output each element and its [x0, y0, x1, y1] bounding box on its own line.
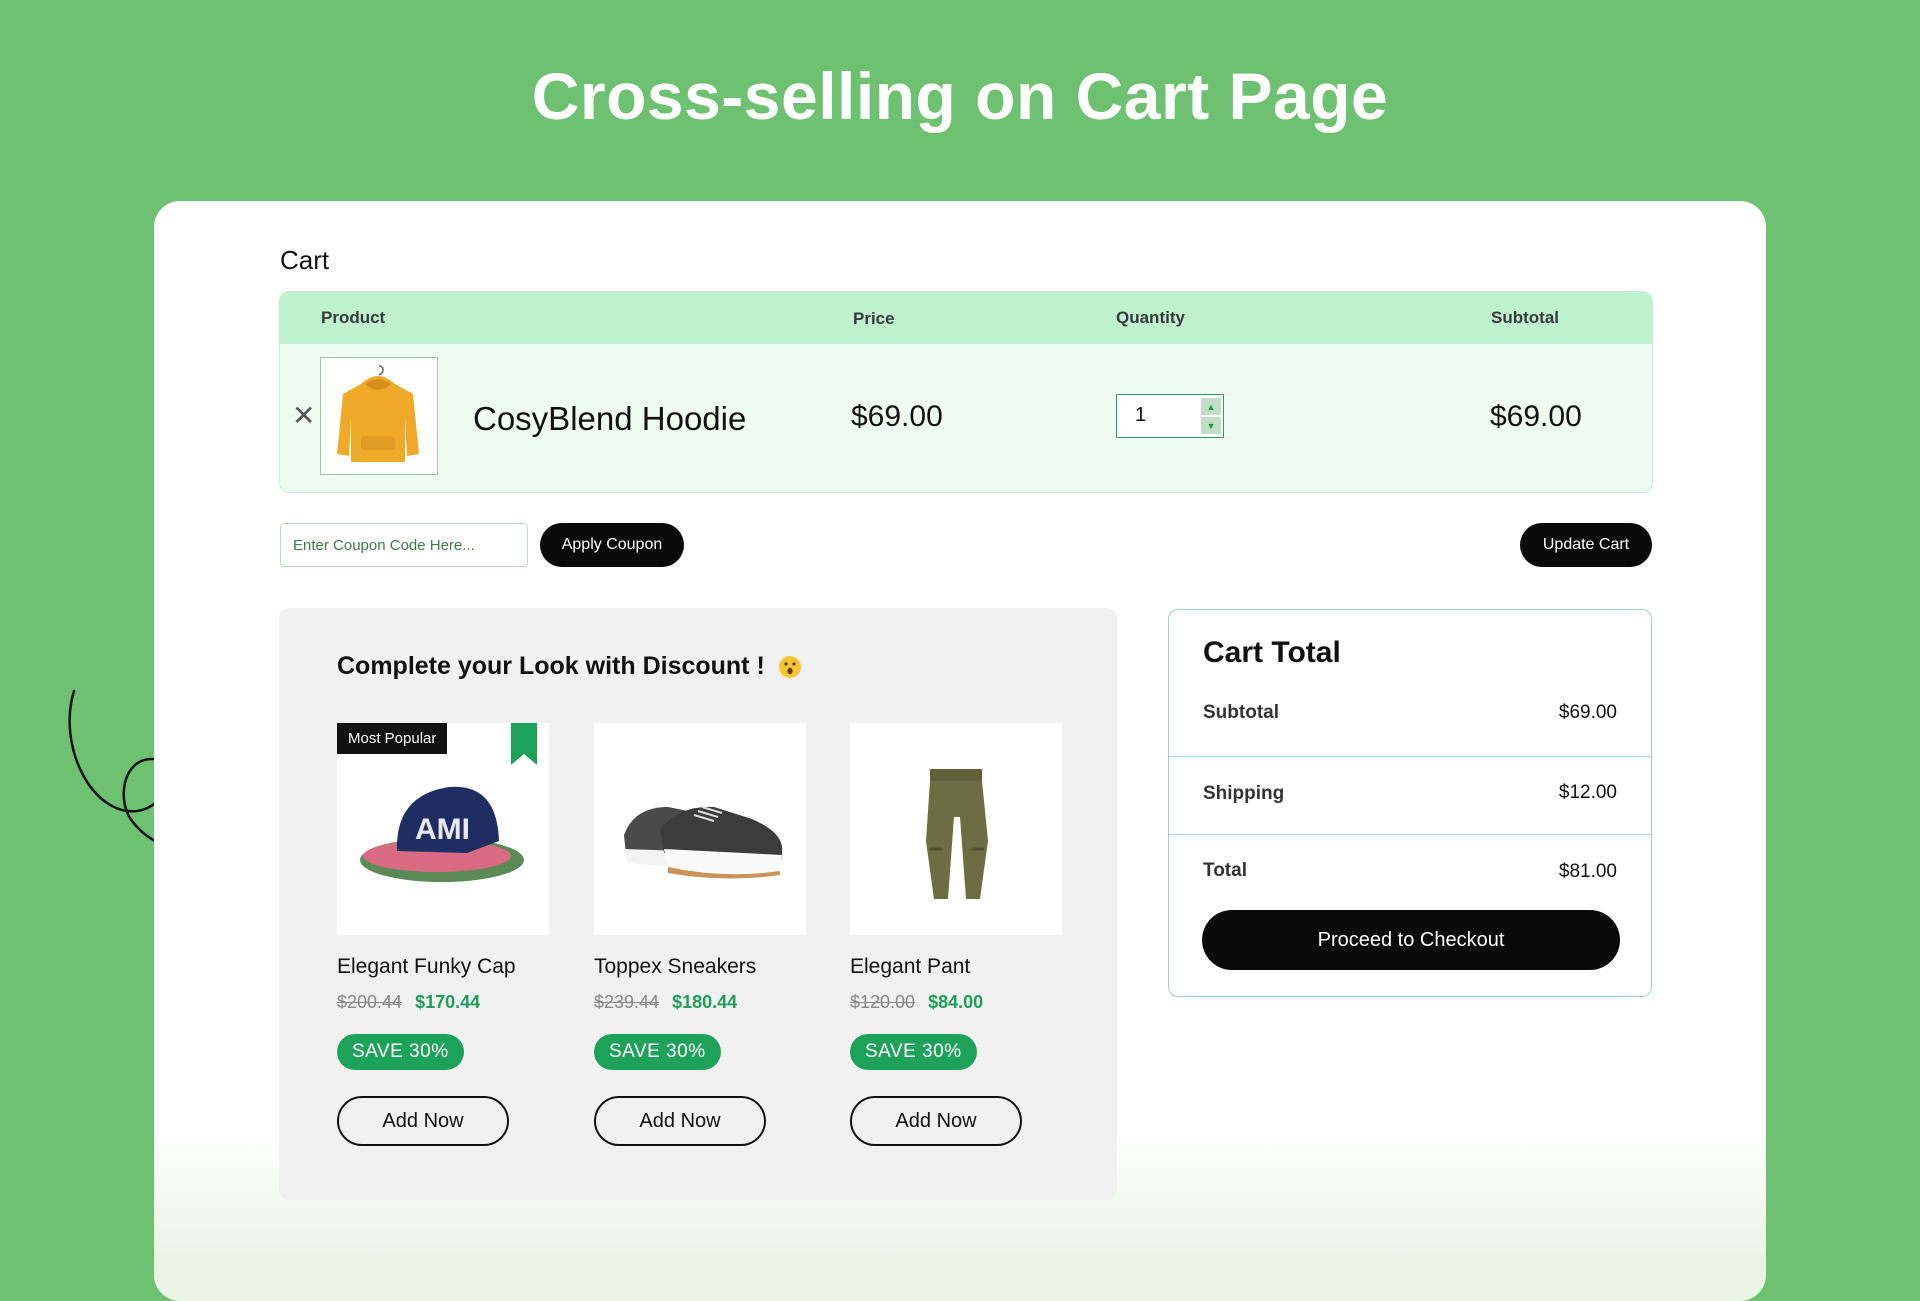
cart-item-name: CosyBlend Hoodie [473, 400, 747, 437]
svg-text:AMI: AMI [415, 813, 470, 846]
coupon-input[interactable] [280, 523, 528, 567]
surprised-face-icon [778, 656, 801, 679]
hoodie-icon [337, 365, 419, 462]
decrement-icon[interactable]: ▼ [1201, 417, 1221, 434]
save-badge: SAVE 30% [594, 1034, 721, 1070]
old-price: $200.44 [337, 992, 403, 1012]
page-title: Cross-selling on Cart Page [531, 59, 1389, 133]
increment-icon[interactable]: ▲ [1201, 398, 1221, 415]
total-value: $81.00 [1558, 861, 1617, 882]
cart-title: Cart [280, 245, 330, 275]
save-badge: SAVE 30% [337, 1034, 464, 1070]
cart-table-header: Product Price Quantity Subtotal [280, 292, 1652, 344]
column-quantity: Quantity [1116, 308, 1185, 327]
product-prices: $239.44 $180.44 [594, 992, 806, 1013]
product-card-cap: AMI Most Popular Elegant Funky Cap $200.… [337, 723, 549, 1146]
total-row: Total $81.00 [1169, 834, 1651, 909]
column-subtotal: Subtotal [1491, 308, 1559, 327]
cart-table: Product Price Quantity Subtotal ✕ CosyBl… [279, 291, 1653, 493]
old-price: $120.00 [850, 992, 916, 1012]
product-card-pant: Elegant Pant $120.00 $84.00 SAVE 30% Add… [850, 723, 1062, 1146]
shipping-value: $12.00 [1558, 782, 1617, 803]
cart-total-title: Cart Total [1203, 636, 1341, 669]
product-card-sneakers: Toppex Sneakers $239.44 $180.44 SAVE 30%… [594, 723, 806, 1146]
product-image[interactable]: AMI Most Popular [337, 723, 549, 935]
most-popular-badge: Most Popular [337, 723, 448, 754]
hoodie-thumbnail [320, 357, 438, 475]
add-now-button[interactable]: Add Now [850, 1096, 1022, 1146]
product-prices: $200.44 $170.44 [337, 992, 549, 1013]
remove-item-icon[interactable]: ✕ [292, 402, 315, 430]
bookmark-icon[interactable] [511, 723, 537, 765]
quantity-value[interactable]: 1 [1135, 404, 1146, 427]
cart-item-subtotal: $69.00 [1490, 400, 1582, 433]
proceed-to-checkout-button[interactable]: Proceed to Checkout [1202, 910, 1620, 970]
column-product: Product [321, 308, 386, 327]
new-price: $84.00 [928, 992, 984, 1012]
column-price: Price [853, 309, 895, 328]
cross-sell-title: Complete your Look with Discount ! [337, 652, 802, 681]
product-prices: $120.00 $84.00 [850, 992, 1062, 1013]
subtotal-value: $69.00 [1558, 702, 1617, 723]
add-now-button[interactable]: Add Now [594, 1096, 766, 1146]
cross-sell-panel: Complete your Look with Discount ! AMI M… [279, 608, 1117, 1200]
subtotal-label: Subtotal [1203, 702, 1279, 723]
update-cart-button[interactable]: Update Cart [1520, 523, 1652, 567]
save-badge: SAVE 30% [850, 1034, 977, 1070]
shipping-label: Shipping [1203, 783, 1285, 804]
product-name[interactable]: Elegant Funky Cap [337, 955, 549, 979]
sneakers-icon [624, 806, 783, 879]
apply-coupon-button[interactable]: Apply Coupon [540, 523, 684, 567]
shipping-row: Shipping $12.00 [1169, 756, 1651, 831]
product-name[interactable]: Toppex Sneakers [594, 955, 806, 979]
product-image[interactable] [850, 723, 1062, 935]
cross-sell-title-text: Complete your Look with Discount ! [337, 652, 765, 680]
cart-item-price: $69.00 [851, 400, 943, 433]
old-price: $239.44 [594, 992, 660, 1012]
new-price: $170.44 [415, 992, 481, 1012]
cart-card: Cart Product Price Quantity Subtotal ✕ C… [154, 201, 1766, 1301]
product-image[interactable] [594, 723, 806, 935]
quantity-stepper[interactable]: 1 ▲ ▼ [1116, 394, 1224, 438]
add-now-button[interactable]: Add Now [337, 1096, 509, 1146]
cart-total-panel: Cart Total Subtotal $69.00 Shipping $12.… [1168, 609, 1652, 997]
product-name[interactable]: Elegant Pant [850, 955, 1062, 979]
total-label: Total [1203, 860, 1247, 881]
new-price: $180.44 [672, 992, 738, 1012]
pant-icon [926, 769, 988, 899]
